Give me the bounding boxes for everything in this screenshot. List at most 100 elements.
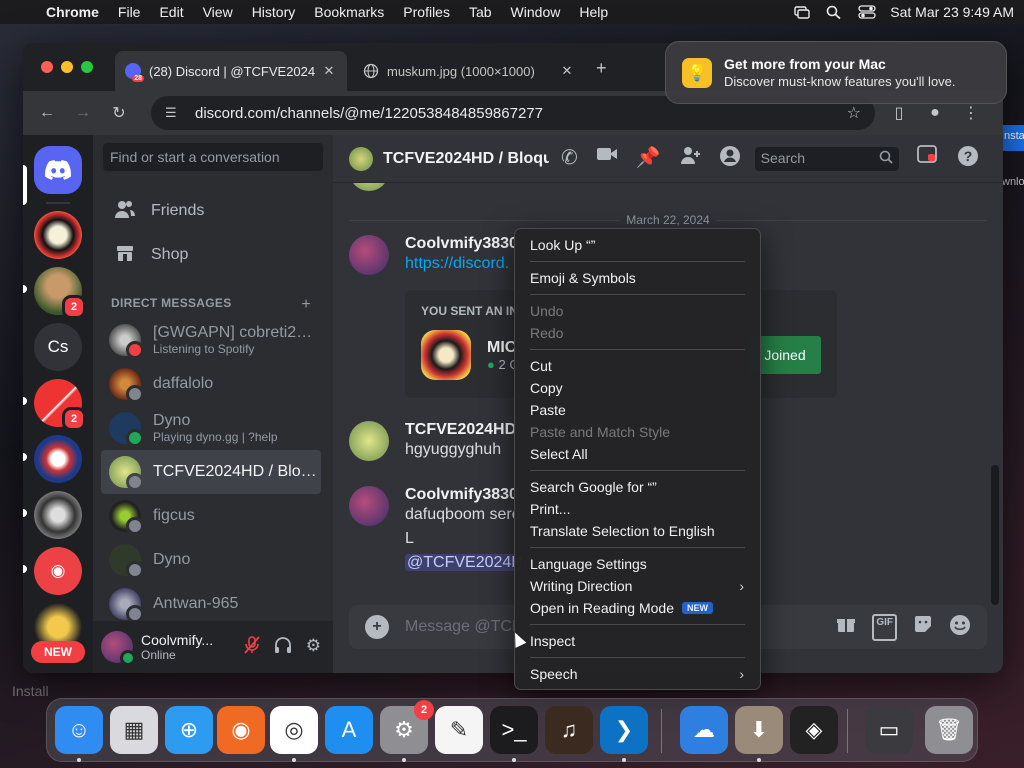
microphone-muted-icon[interactable] bbox=[244, 635, 260, 659]
vscode-icon[interactable]: ❯ bbox=[600, 706, 648, 754]
emoji-icon[interactable] bbox=[949, 614, 971, 641]
control-center-icon[interactable] bbox=[858, 5, 876, 19]
menu-item-paste[interactable]: Paste bbox=[521, 399, 754, 421]
menu-item-inspect[interactable]: Inspect bbox=[521, 630, 754, 652]
menu-item-speech[interactable]: Speech › bbox=[521, 663, 754, 685]
message-author[interactable]: TCFVE2024HD bbox=[405, 421, 516, 439]
firefox-icon[interactable]: ◉ bbox=[217, 706, 265, 754]
app-store-icon[interactable]: A bbox=[325, 706, 373, 754]
menu-item-writing-direction[interactable]: Writing Direction › bbox=[521, 575, 754, 597]
chat-search-input[interactable]: Search bbox=[754, 146, 899, 171]
menu-item-open-in-reading-mode[interactable]: Open in Reading Mode NEW bbox=[521, 597, 754, 619]
nav-shop[interactable]: Shop bbox=[101, 234, 325, 276]
site-settings-icon[interactable]: ☰ bbox=[165, 105, 185, 121]
headphones-icon[interactable] bbox=[274, 636, 292, 659]
tab-muskum[interactable]: muskum.jpg (1000×1000) ✕ bbox=[353, 51, 585, 91]
menu-tab[interactable]: Tab bbox=[469, 4, 492, 20]
video-call-icon[interactable] bbox=[596, 145, 618, 173]
spotlight-search-icon[interactable] bbox=[826, 5, 842, 20]
dm-item[interactable]: figcus bbox=[101, 494, 321, 538]
voice-call-icon[interactable]: ✆ bbox=[561, 145, 578, 173]
cube-app-icon[interactable]: ◈ bbox=[790, 706, 838, 754]
dm-item[interactable]: Antwan-965 bbox=[101, 582, 321, 626]
launchpad-icon[interactable]: ▦ bbox=[110, 706, 158, 754]
bookmark-star-icon[interactable]: ☆ bbox=[847, 103, 861, 123]
user-settings-gear-icon[interactable]: ⚙ bbox=[306, 636, 321, 659]
tab-close-icon[interactable]: ✕ bbox=[321, 63, 337, 79]
chat-title[interactable]: TCFVE2024HD / Bloque bbox=[383, 150, 549, 168]
finder-icon[interactable]: ☺ bbox=[55, 706, 103, 754]
textedit-icon[interactable]: ✎ bbox=[435, 706, 483, 754]
screen-mirroring-icon[interactable] bbox=[794, 5, 810, 19]
menu-item-emoji-symbols[interactable]: Emoji & Symbols bbox=[521, 267, 754, 289]
dm-item-selected[interactable]: TCFVE2024HD / Bloq... bbox=[101, 450, 321, 494]
chat-scrollbar[interactable] bbox=[991, 465, 999, 605]
menu-bar-clock[interactable]: Sat Mar 23 9:49 AM bbox=[890, 4, 1014, 20]
screenshot-folder-icon[interactable]: ▭ bbox=[865, 706, 913, 754]
side-panel-icon[interactable]: ▯ bbox=[885, 103, 913, 123]
gif-icon[interactable]: GIF bbox=[872, 613, 897, 641]
menu-item-look-up[interactable]: Look Up “” bbox=[521, 234, 754, 256]
menu-item-print[interactable]: Print... bbox=[521, 498, 754, 520]
menu-item-cut[interactable]: Cut bbox=[521, 355, 754, 377]
dm-item[interactable]: Dyno Playing dyno.gg | ?help bbox=[101, 406, 321, 450]
forward-icon[interactable]: → bbox=[69, 104, 97, 122]
menu-item-translate-selection-to-english[interactable]: Translate Selection to English bbox=[521, 520, 754, 542]
safari-icon[interactable]: ⊕ bbox=[165, 706, 213, 754]
profile-icon[interactable]: ● bbox=[921, 104, 949, 122]
add-friends-to-dm-icon[interactable] bbox=[679, 145, 701, 173]
terminal-icon[interactable]: >_ bbox=[490, 706, 538, 754]
user-mention[interactable]: @TCFVE2024H bbox=[405, 554, 525, 571]
menu-profiles[interactable]: Profiles bbox=[403, 4, 450, 20]
server-slash-icon[interactable]: 2 bbox=[34, 379, 86, 431]
pinned-messages-icon[interactable]: 📌 bbox=[636, 145, 661, 173]
avatar[interactable] bbox=[349, 421, 389, 461]
menu-app-name[interactable]: Chrome bbox=[46, 4, 99, 20]
notification-banner[interactable]: 💡 Get more from your Mac Discover must-k… bbox=[665, 41, 1007, 104]
trash-icon[interactable]: 🗑 bbox=[925, 706, 973, 754]
nav-friends[interactable]: Friends bbox=[101, 190, 325, 232]
menu-window[interactable]: Window bbox=[511, 4, 561, 20]
server-avatar-man-icon[interactable]: 2 bbox=[34, 267, 86, 319]
sticker-icon[interactable] bbox=[913, 614, 933, 641]
menu-item-select-all[interactable]: Select All bbox=[521, 443, 754, 465]
server-red-mask-icon[interactable]: ◉ bbox=[34, 547, 82, 595]
server-cartoon-icon[interactable] bbox=[34, 211, 82, 259]
help-icon[interactable]: ? bbox=[957, 145, 979, 173]
chrome-icon[interactable]: ◎ bbox=[270, 706, 318, 754]
reload-icon[interactable]: ↻ bbox=[105, 103, 133, 123]
back-icon[interactable]: ← bbox=[33, 104, 61, 122]
menu-file[interactable]: File bbox=[118, 4, 141, 20]
menu-view[interactable]: View bbox=[203, 4, 233, 20]
menu-item-search-google-for[interactable]: Search Google for “” bbox=[521, 476, 754, 498]
attach-plus-icon[interactable]: + bbox=[365, 615, 389, 639]
close-window-button[interactable] bbox=[41, 61, 53, 73]
dm-item[interactable]: [GWGAPN] cobreti21 ... Listening to Spoti… bbox=[101, 318, 321, 362]
message-author[interactable]: Coolvmify3830 bbox=[405, 486, 525, 504]
avatar[interactable] bbox=[349, 235, 389, 275]
weather-icon[interactable]: ☁ bbox=[680, 706, 728, 754]
address-url[interactable]: discord.com/channels/@me/122053848485986… bbox=[195, 105, 847, 122]
create-dm-icon[interactable]: + bbox=[301, 296, 311, 314]
menu-bookmarks[interactable]: Bookmarks bbox=[314, 4, 384, 20]
discord-home-icon[interactable] bbox=[34, 146, 82, 194]
message-author[interactable]: Coolvmify3830 bbox=[405, 235, 518, 253]
user-avatar[interactable] bbox=[101, 631, 136, 666]
dm-item[interactable]: daffalolo bbox=[101, 362, 321, 406]
zoom-window-button[interactable] bbox=[81, 61, 93, 73]
menu-history[interactable]: History bbox=[252, 4, 296, 20]
menu-item-language-settings[interactable]: Language Settings bbox=[521, 553, 754, 575]
system-settings-icon[interactable]: ⚙ 2 bbox=[380, 700, 434, 754]
chrome-menu-icon[interactable]: ⋮ bbox=[957, 103, 985, 123]
find-conversation-input[interactable]: Find or start a conversation bbox=[103, 143, 323, 171]
new-tab-icon[interactable]: + bbox=[596, 58, 607, 79]
server-cs-icon[interactable]: Cs bbox=[34, 323, 82, 371]
gift-icon[interactable] bbox=[836, 614, 856, 641]
garageband-icon[interactable]: ♫ bbox=[545, 706, 593, 754]
menu-item-copy[interactable]: Copy bbox=[521, 377, 754, 399]
macos-installer-icon[interactable]: ⬇ bbox=[735, 706, 783, 754]
member-list-icon[interactable] bbox=[719, 145, 741, 173]
minimize-window-button[interactable] bbox=[61, 61, 73, 73]
menu-edit[interactable]: Edit bbox=[159, 4, 183, 20]
avatar[interactable] bbox=[349, 486, 389, 526]
